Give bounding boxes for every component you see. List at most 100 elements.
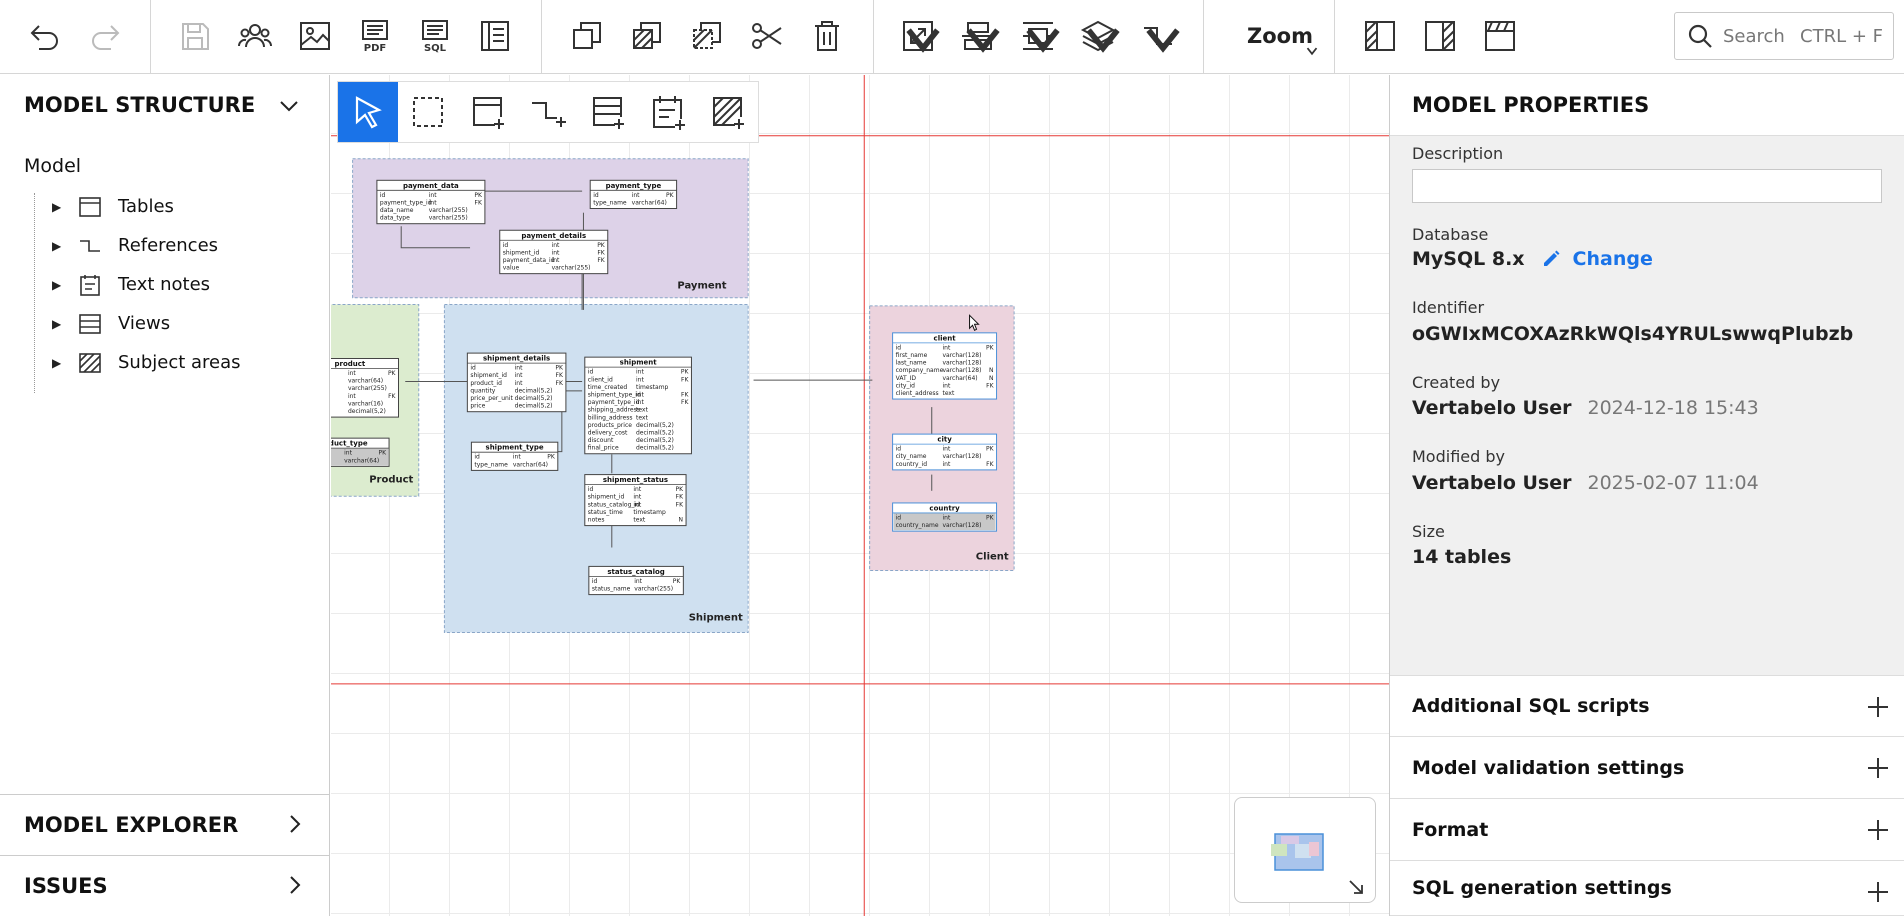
save-button[interactable]: [170, 11, 220, 61]
table-status_catalog[interactable]: status_catalogid int PK status_name varchar(…: [588, 565, 684, 596]
subject-area-icon: [79, 352, 101, 373]
issues-label: ISSUES: [24, 873, 108, 898]
table-oduct_type[interactable]: oduct_typeintPKevarchar(64): [331, 437, 390, 467]
toggle-right-panel-button[interactable]: [1415, 11, 1465, 61]
subject-area-0[interactable]: [352, 158, 749, 299]
export-image-button[interactable]: [290, 11, 340, 61]
export-pdf-button[interactable]: PDF: [350, 11, 400, 61]
copy-button[interactable]: [622, 11, 672, 61]
model-structure-title: MODEL STRUCTURE: [24, 93, 256, 117]
model-explorer-section[interactable]: MODEL EXPLORER: [0, 794, 330, 854]
add-view-tool-button[interactable]: [578, 82, 638, 142]
undo-button[interactable]: [20, 11, 70, 61]
redo-button[interactable]: [80, 11, 130, 61]
column-name: id: [593, 192, 599, 199]
table-payment_data[interactable]: payment_dataid int PK payment_type_idint FK d…: [376, 179, 486, 225]
section-format[interactable]: Format: [1390, 799, 1904, 861]
section-model-validation-settings[interactable]: Model validation settings: [1390, 737, 1904, 799]
toggle-left-panel-button[interactable]: [1355, 11, 1405, 61]
table-name: payment_details: [521, 232, 586, 240]
layers-button[interactable]: [1073, 11, 1123, 61]
table-city[interactable]: city id int PK city_name varchar(128) country_…: [892, 433, 998, 471]
table-payment_details[interactable]: payment_detailsid int PKshipment_id int FKpa…: [499, 229, 609, 275]
model-details-button[interactable]: [470, 11, 520, 61]
table-shipment[interactable]: shipmentid int PKclient_id int FKtime_create…: [584, 356, 692, 455]
chevron-down-icon: [906, 28, 940, 53]
align-button[interactable]: [953, 11, 1003, 61]
model-root[interactable]: Model: [24, 155, 241, 177]
table-shipment_status[interactable]: shipment_statusid int PKshipment_id int FKst…: [584, 474, 687, 527]
cursor-icon: [355, 96, 382, 129]
table-product[interactable]: productintPKvarchar(64)tionvarchar(255)i…: [331, 358, 399, 418]
tree-item-references[interactable]: ▶ References: [24, 226, 241, 265]
section-additional-sql-scripts[interactable]: Additional SQL scripts: [1390, 675, 1904, 737]
expand-icon[interactable]: ▶: [52, 356, 66, 370]
search-icon: [1688, 24, 1712, 48]
column-type: varchar(64): [942, 375, 977, 382]
zoom-dropdown[interactable]: Zoom: [1230, 14, 1330, 64]
change-database-link[interactable]: Change: [1525, 248, 1653, 270]
arrow-down-right-icon[interactable]: [1347, 878, 1365, 896]
table-client[interactable]: client id int PK first_name varchar(128) last_…: [892, 332, 998, 400]
table-shipment_details[interactable]: shipment_detailsid int PKshipment_id int FKp…: [466, 352, 567, 413]
add-table-tool-button[interactable]: [458, 82, 518, 142]
column-type: int: [942, 382, 950, 389]
column-key: FK: [681, 399, 689, 406]
paste-button[interactable]: [682, 11, 732, 61]
table-payment_type[interactable]: payment_typeid int PK type_name varchar(64): [589, 179, 678, 210]
column-type: varchar(255): [634, 586, 673, 593]
add-reference-tool-button[interactable]: [518, 82, 578, 142]
cut-button[interactable]: [742, 11, 792, 61]
export-sql-button[interactable]: SQL: [410, 11, 460, 61]
plus-icon: [1868, 758, 1888, 778]
issues-section[interactable]: ISSUES: [0, 855, 330, 915]
column-key: FK: [986, 461, 994, 468]
table-name: shipment: [620, 359, 658, 367]
document-icon: [481, 21, 509, 51]
expand-icon[interactable]: ▶: [52, 278, 66, 292]
column-type: int: [515, 365, 523, 372]
expand-icon[interactable]: ▶: [52, 200, 66, 214]
model-properties-panel: MODEL PROPERTIES Description Database My…: [1389, 75, 1904, 916]
select-tool-button[interactable]: [338, 82, 398, 142]
tree-item-text-notes[interactable]: ▶ Text notes: [24, 265, 241, 304]
column-name: id: [380, 192, 386, 199]
column-key: PK: [986, 344, 995, 351]
section-sql-generation-settings[interactable]: SQL generation settings: [1390, 861, 1904, 916]
column-type: varchar(16): [348, 400, 383, 407]
delete-button[interactable]: [802, 11, 852, 61]
column-name: data_type: [380, 215, 410, 222]
chevron-down-icon[interactable]: [279, 99, 299, 113]
modified-label: Modified by: [1412, 447, 1505, 466]
expand-icon[interactable]: ▶: [52, 239, 66, 253]
description-label: Description: [1412, 144, 1504, 163]
fit-size-button[interactable]: [893, 11, 943, 61]
tree-item-views[interactable]: ▶ Views: [24, 304, 241, 343]
tree-item-tables[interactable]: ▶ Tables: [24, 187, 241, 226]
undo-icon: [30, 25, 58, 50]
collaborators-button[interactable]: [230, 11, 280, 61]
minimap[interactable]: [1234, 797, 1376, 903]
table-shipment_type[interactable]: shipment_typeid int PK type_name varchar(64): [470, 441, 559, 471]
database-row: MySQL 8.x Change: [1412, 248, 1653, 270]
column-key: N: [989, 375, 994, 382]
expand-icon[interactable]: ▶: [52, 317, 66, 331]
table-country[interactable]: country id int PK country_name varchar(128): [892, 502, 998, 532]
add-text-note-tool-button[interactable]: [638, 82, 698, 142]
search-box[interactable]: Search CTRL + F: [1674, 12, 1894, 60]
column-type: varchar(128): [942, 367, 981, 374]
column-name: VAT_ID: [896, 375, 917, 382]
toggle-bottom-panel-button[interactable]: [1475, 11, 1525, 61]
add-subject-area-tool-button[interactable]: [698, 82, 758, 142]
column-type: varchar(64): [513, 461, 548, 468]
diagram-canvas[interactable]: Payment Product Shipment Client payment_data…: [331, 75, 1389, 916]
column-type: int: [633, 494, 641, 501]
chevron-down-icon: [966, 28, 1000, 53]
line-style-button[interactable]: [1133, 11, 1183, 61]
distribute-button[interactable]: [1013, 11, 1063, 61]
tree-item-subject-areas[interactable]: ▶ Subject areas: [24, 343, 241, 382]
description-field[interactable]: [1412, 169, 1882, 203]
duplicate-button[interactable]: [562, 11, 612, 61]
area-select-tool-button[interactable]: [398, 82, 458, 142]
table-name: city: [937, 436, 952, 444]
